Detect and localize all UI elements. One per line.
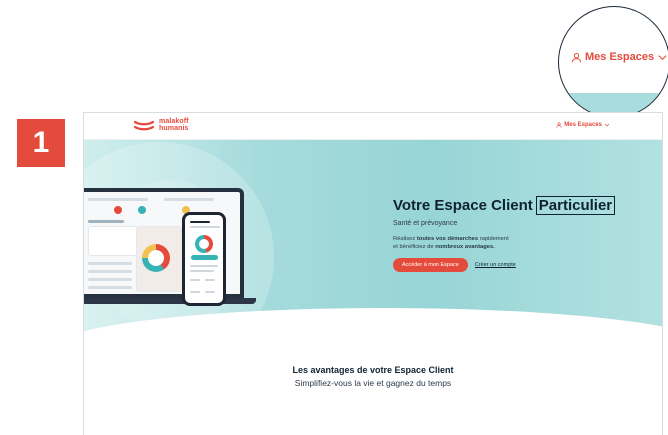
advantages-subtitle: Simplifiez-vous la vie et gagnez du temp…	[294, 378, 452, 388]
zoom-mes-espaces: Mes Espaces	[571, 51, 668, 63]
hero-actions: Accéder à mon Espace Créer un compte	[393, 258, 615, 272]
hero-title-highlight: Particulier	[535, 196, 616, 215]
desc-bold1: toutes vos démarches	[416, 236, 479, 242]
hero-title: Votre Espace Client Particulier	[393, 196, 616, 215]
hero-subtitle: Santé et prévoyance	[393, 220, 458, 227]
hero-description: Réalisez toutes vos démarches rapidement…	[393, 235, 615, 251]
user-icon	[571, 52, 582, 62]
desc-bold2: nombreux avantages.	[435, 244, 495, 250]
site-logo[interactable]: malakoff humanis	[134, 118, 189, 132]
logo-line2: humanis	[159, 125, 189, 132]
access-space-button[interactable]: Accéder à mon Espace	[393, 258, 468, 272]
logo-line1: malakoff	[159, 118, 189, 125]
desc-part2: rapidement	[478, 236, 509, 242]
logo-mark-icon	[134, 120, 154, 131]
logo-text: malakoff humanis	[159, 118, 189, 132]
step-number-badge: 1	[17, 119, 65, 167]
phone-chart-donut	[195, 235, 213, 253]
advantages-title: Les avantages de votre Espace Client	[292, 365, 454, 375]
chevron-down-icon	[658, 54, 667, 60]
desc-part1: Réalisez	[393, 236, 417, 242]
user-icon	[556, 122, 562, 128]
hero-title-prefix: Votre Espace Client	[393, 197, 533, 214]
browser-page: malakoff humanis Mes Espaces Votre Espac…	[83, 112, 663, 435]
zoom-callout: Mes Espaces	[558, 6, 668, 118]
mes-espaces-label: Mes Espaces	[564, 122, 602, 128]
mes-espaces-menu[interactable]: Mes Espaces	[556, 122, 610, 128]
site-header: malakoff humanis Mes Espaces	[84, 113, 662, 140]
laptop-chart-donut	[142, 244, 170, 272]
hero-text-block: Votre Espace Client Particulier Santé et…	[393, 196, 616, 272]
zoom-label-text: Mes Espaces	[585, 51, 655, 63]
advantages-section: Les avantages de votre Espace Client Sim…	[84, 365, 662, 388]
chevron-down-icon	[604, 123, 610, 127]
hero-section: Votre Espace Client Particulier Santé et…	[84, 140, 662, 348]
create-account-link[interactable]: Créer un compte	[475, 262, 516, 268]
phone-mockup	[182, 212, 226, 306]
laptop-base	[84, 298, 256, 304]
desc-part3: et bénéficiez de	[393, 244, 436, 250]
